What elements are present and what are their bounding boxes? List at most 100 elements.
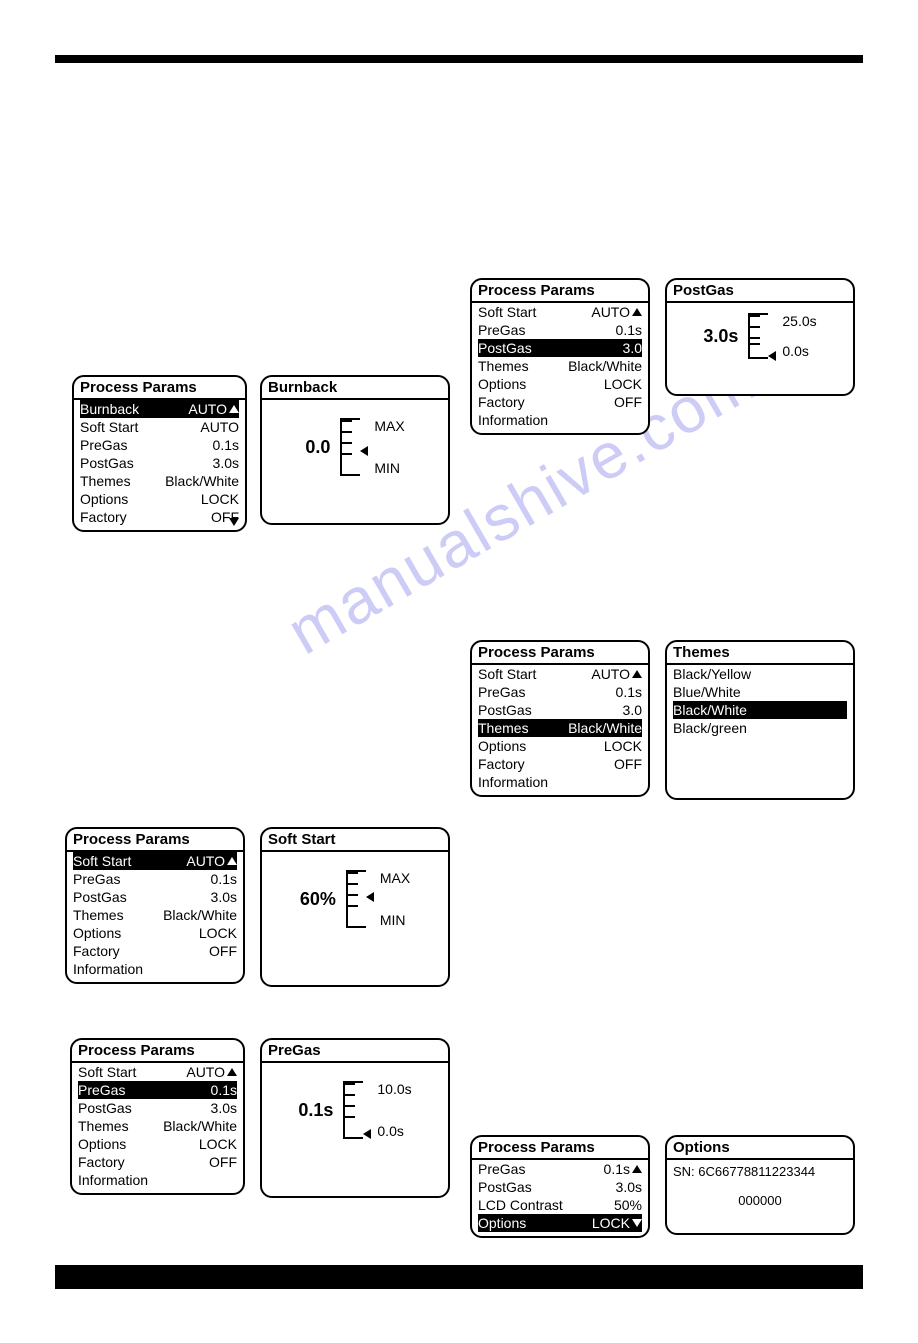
item-value: LOCK [592,1214,642,1232]
list-item[interactable]: PostGas3.0 [478,701,642,719]
gauge-labels: MAX MIN [374,418,404,476]
theme-item[interactable]: Blue/White [673,683,847,701]
gauge: 0.1s 10.0s 0.0s [262,1063,448,1157]
item-value: Black/White [163,1117,237,1135]
list-item[interactable]: PreGas0.1s [478,683,642,701]
list-item[interactable]: ThemesBlack/White [478,719,642,737]
list-item[interactable]: FactoryOFF [73,942,237,960]
top-bar [55,55,863,63]
item-value: 3.0s [211,1099,237,1117]
item-label: Factory [73,942,120,960]
list-item[interactable]: PreGas 0.1s [478,321,642,339]
item-value: 0.1s [616,321,642,339]
panel-title: Process Params [472,280,648,303]
theme-item[interactable]: Black/green [673,719,847,737]
list-item[interactable]: PostGas3.0s [73,888,237,906]
list-item[interactable]: Information [73,960,237,978]
list-item[interactable]: OptionsLOCK [78,1135,237,1153]
item-label: Factory [78,1153,125,1171]
list-item[interactable]: Soft StartAUTO [478,303,642,321]
chevron-down-icon [632,1219,642,1227]
list-item[interactable]: Soft StartAUTO [478,665,642,683]
chevron-up-icon [632,670,642,678]
item-label: Themes [478,719,529,737]
theme-item[interactable]: Black/White [673,701,847,719]
options-body: SN: 6C66778811223344 000000 [667,1160,853,1212]
list-item[interactable]: FactoryOFF [478,755,642,773]
list-item[interactable]: OptionsLOCK [73,924,237,942]
process-params-panel-5: Process Params Soft StartAUTOPreGas0.1sP… [70,1038,245,1195]
item-value: AUTO [186,852,237,870]
list-item[interactable]: Information [478,411,642,429]
item-label: PostGas [478,1178,532,1196]
theme-item[interactable]: Black/Yellow [673,665,847,683]
panel-title: Soft Start [262,829,448,852]
item-value: AUTO [188,400,239,418]
list-item[interactable]: PreGas0.1s [478,1160,642,1178]
gauge-max: 10.0s [377,1081,411,1097]
list-item[interactable]: Factory OFF [478,393,642,411]
panel-title: Burnback [262,377,448,400]
list-item[interactable]: ThemesBlack/White [80,472,239,490]
item-label: Options [78,1135,126,1153]
item-value: OFF [209,1153,237,1171]
list-item[interactable]: FactoryOFF [80,508,239,526]
list-item[interactable]: Factory OFF [78,1153,237,1171]
panel-body: BurnbackAUTOSoft StartAUTOPreGas0.1sPost… [74,400,245,530]
panel-title: Options [667,1137,853,1160]
list-item[interactable]: Options LOCK [478,737,642,755]
gauge-labels: MAX MIN [380,870,410,928]
gauge-min: 0.0s [782,343,816,359]
gauge-max: MAX [374,418,404,434]
chevron-up-icon [227,857,237,865]
list-item[interactable]: OptionsLOCK [80,490,239,508]
list-item[interactable]: ThemesBlack/White [73,906,237,924]
item-value: LOCK [199,924,237,942]
list-item[interactable]: Soft StartAUTO [78,1063,237,1081]
panel-body: Black/YellowBlue/WhiteBlack/WhiteBlack/g… [667,665,853,741]
item-value: AUTO [591,665,642,683]
item-label: PreGas [478,321,525,339]
item-label: Themes [78,1117,129,1135]
item-label: Factory [80,508,127,526]
gauge-value: 60% [300,889,336,910]
item-label: Information [73,960,143,978]
list-item[interactable]: ThemesBlack/White [478,357,642,375]
list-item[interactable]: PostGas 3.0s [478,1178,642,1196]
list-item[interactable]: BurnbackAUTO [80,400,239,418]
item-label: PostGas [478,339,532,357]
list-item[interactable]: PreGas0.1s [80,436,239,454]
item-label: PostGas [478,701,532,719]
list-item[interactable]: Themes Black/White [78,1117,237,1135]
item-value: 0.1s [213,436,239,454]
list-item[interactable]: OptionsLOCK [478,1214,642,1232]
gauge-value: 0.1s [298,1100,333,1121]
item-value: Black/White [165,472,239,490]
list-item[interactable]: Soft StartAUTO [80,418,239,436]
panel-title: PreGas [262,1040,448,1063]
postgas-panel: PostGas 3.0s 25.0s 0.0s [665,278,855,396]
item-value: 3.0s [616,1178,642,1196]
item-label: Factory [478,393,525,411]
list-item[interactable]: PostGas3.0s [80,454,239,472]
list-item[interactable]: Soft StartAUTO [73,852,237,870]
panel-title: Process Params [472,642,648,665]
item-value: OFF [614,393,642,411]
list-item[interactable]: Information [78,1171,237,1189]
list-item[interactable]: PreGas0.1s [73,870,237,888]
item-label: Options [80,490,128,508]
item-value: LOCK [604,737,642,755]
gauge-min: MIN [380,912,410,928]
list-item[interactable]: LCD Contrast50% [478,1196,642,1214]
item-label: Soft Start [80,418,138,436]
burnback-panel: Burnback 0.0 MAX MIN [260,375,450,525]
item-label: Options [478,737,526,755]
page: manualshive.com Process Params BurnbackA… [0,55,918,1343]
list-item[interactable]: PostGas3.0 [478,339,642,357]
panel-body: Soft StartAUTOPreGas 0.1sPostGas3.0Themes… [472,303,648,433]
list-item[interactable]: PreGas0.1s [78,1081,237,1099]
list-item[interactable]: OptionsLOCK [478,375,642,393]
list-item[interactable]: Information [478,773,642,791]
options-panel: Options SN: 6C66778811223344 000000 [665,1135,855,1235]
list-item[interactable]: PostGas3.0s [78,1099,237,1117]
